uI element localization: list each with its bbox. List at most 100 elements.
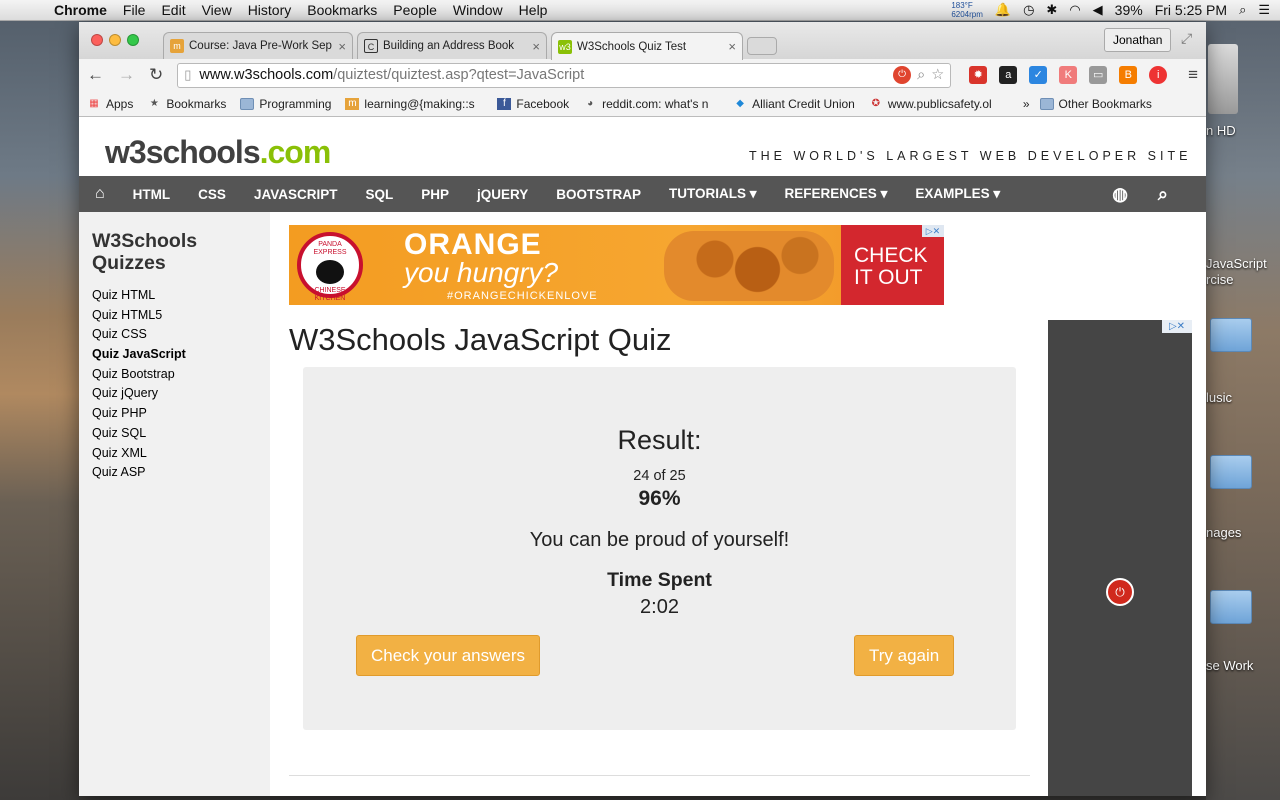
cast-icon[interactable]: ▭ bbox=[1089, 66, 1108, 84]
sidebar-link-quiz-css[interactable]: Quiz CSS bbox=[92, 325, 270, 345]
nav-references[interactable]: REFERENCES ▾ bbox=[771, 186, 902, 202]
menu-app-name[interactable]: Chrome bbox=[46, 2, 115, 18]
bookmark-alliant[interactable]: ◆ Alliant Credit Union bbox=[733, 97, 855, 111]
sidebar-link-quiz-javascript[interactable]: Quiz JavaScript bbox=[92, 345, 270, 365]
folder-icon[interactable] bbox=[1210, 318, 1252, 352]
adchoices-close-icon[interactable]: ▷✕ bbox=[1162, 320, 1192, 333]
sidebar-link-quiz-jquery[interactable]: Quiz jQuery bbox=[92, 384, 270, 404]
close-tab-icon[interactable]: × bbox=[728, 39, 736, 54]
adchoices-close-icon[interactable]: ▷✕ bbox=[922, 225, 944, 237]
bookmark-bookmarks[interactable]: ★ Bookmarks bbox=[147, 97, 227, 111]
nav-php[interactable]: PHP bbox=[407, 187, 463, 202]
home-icon[interactable]: ⌂ bbox=[79, 185, 119, 203]
bookmark-publicsafety[interactable]: ✪ www.publicsafety.ol bbox=[869, 97, 1007, 111]
back-arrow-icon[interactable]: ← bbox=[87, 65, 104, 85]
sidebar-link-quiz-xml[interactable]: Quiz XML bbox=[92, 444, 270, 464]
amazon-icon[interactable]: a bbox=[999, 66, 1018, 84]
search-icon[interactable]: ⌕ bbox=[917, 67, 925, 83]
battery-percent[interactable]: 39% bbox=[1115, 2, 1143, 18]
reload-icon[interactable]: ↻ bbox=[149, 65, 163, 85]
bookmark-star-icon[interactable]: ☆ bbox=[931, 67, 944, 83]
volume-icon[interactable]: ◀ bbox=[1093, 2, 1103, 18]
nav-examples[interactable]: EXAMPLES ▾ bbox=[901, 186, 1014, 202]
notification-bell-icon[interactable]: 🔔 bbox=[995, 2, 1011, 18]
browser-toolbar: ← → ↻ ▯ www.w3schools.com/quiztest/quizt… bbox=[79, 59, 1206, 91]
close-window-button[interactable] bbox=[91, 34, 103, 46]
tab-title: Building an Address Book bbox=[383, 40, 515, 52]
sidebar-title: W3Schools Quizzes bbox=[92, 230, 270, 274]
page-title: W3Schools JavaScript Quiz bbox=[289, 322, 672, 357]
bookmarks-overflow-button[interactable]: » bbox=[1023, 97, 1030, 111]
folder-icon[interactable] bbox=[1210, 590, 1252, 624]
wifi-icon[interactable]: ◠ bbox=[1069, 2, 1080, 18]
url-path: /quiztest/quiztest.asp?qtest=JavaScript bbox=[333, 67, 585, 83]
menu-people[interactable]: People bbox=[385, 2, 445, 18]
checkmark-extension-icon[interactable]: ✓ bbox=[1029, 66, 1048, 84]
menu-bookmarks[interactable]: Bookmarks bbox=[299, 2, 385, 18]
time-machine-icon[interactable]: ◷ bbox=[1023, 2, 1034, 18]
spotlight-search-icon[interactable]: ⌕ bbox=[1239, 2, 1246, 18]
sidebar-link-quiz-bootstrap[interactable]: Quiz Bootstrap bbox=[92, 365, 270, 385]
check-answers-button[interactable]: Check your answers bbox=[356, 635, 541, 676]
plug-extension-icon[interactable]: ⏻ bbox=[893, 66, 912, 84]
hard-drive-icon[interactable] bbox=[1208, 44, 1238, 114]
notification-center-icon[interactable]: ☰ bbox=[1258, 2, 1270, 18]
menu-file[interactable]: File bbox=[115, 2, 154, 18]
chrome-menu-icon[interactable]: ≡ bbox=[1188, 65, 1198, 85]
sidebar-link-quiz-html[interactable]: Quiz HTML bbox=[92, 286, 270, 306]
bookmark-learning[interactable]: m learning@{making::s bbox=[345, 97, 483, 111]
sidebar-link-quiz-asp[interactable]: Quiz ASP bbox=[92, 463, 270, 483]
nav-tutorials[interactable]: TUTORIALS ▾ bbox=[655, 186, 771, 202]
bluetooth-icon[interactable]: ✱ bbox=[1046, 2, 1057, 18]
mac-menubar: Chrome File Edit View History Bookmarks … bbox=[0, 0, 1280, 21]
tab-address-book[interactable]: C Building an Address Book × bbox=[357, 32, 547, 59]
plugin-blocked-icon[interactable]: ⏻ bbox=[1106, 578, 1134, 606]
search-icon[interactable]: ⌕ bbox=[1158, 184, 1168, 205]
info-extension-icon[interactable]: i bbox=[1149, 66, 1168, 84]
gear-extension-icon[interactable]: ✹ bbox=[969, 66, 988, 84]
nav-css[interactable]: CSS bbox=[184, 187, 240, 202]
bookmark-apps[interactable]: ▦ Apps bbox=[87, 97, 133, 111]
nav-javascript[interactable]: JAVASCRIPT bbox=[240, 187, 352, 202]
nav-sql[interactable]: SQL bbox=[351, 187, 407, 202]
forward-arrow-icon[interactable]: → bbox=[118, 65, 135, 85]
bookmark-programming[interactable]: Programming bbox=[240, 97, 331, 111]
k-extension-icon[interactable]: K bbox=[1059, 66, 1078, 84]
new-tab-button[interactable] bbox=[747, 37, 777, 55]
sidebar-link-quiz-php[interactable]: Quiz PHP bbox=[92, 404, 270, 424]
menu-history[interactable]: History bbox=[240, 2, 300, 18]
menu-view[interactable]: View bbox=[194, 2, 240, 18]
w3schools-logo[interactable]: w3schools.com bbox=[105, 134, 331, 171]
address-bar[interactable]: ▯ www.w3schools.com/quiztest/quiztest.as… bbox=[177, 62, 952, 88]
m-logo-icon: m bbox=[170, 39, 184, 53]
menu-edit[interactable]: Edit bbox=[153, 2, 193, 18]
close-tab-icon[interactable]: × bbox=[338, 39, 346, 54]
nav-html[interactable]: HTML bbox=[119, 187, 185, 202]
try-again-button[interactable]: Try again bbox=[854, 635, 955, 676]
right-side-ad[interactable]: ▷✕ ⏻ bbox=[1048, 320, 1192, 796]
close-tab-icon[interactable]: × bbox=[532, 39, 540, 54]
clock[interactable]: Fri 5:25 PM bbox=[1155, 2, 1227, 18]
nav-jquery[interactable]: jQUERY bbox=[463, 187, 542, 202]
sidebar-link-quiz-sql[interactable]: Quiz SQL bbox=[92, 424, 270, 444]
folder-icon[interactable] bbox=[1210, 455, 1252, 489]
bookmark-other[interactable]: Other Bookmarks bbox=[1039, 97, 1152, 111]
minimize-window-button[interactable] bbox=[109, 34, 121, 46]
fullscreen-icon[interactable]: ⤢ bbox=[1181, 30, 1192, 47]
nav-bootstrap[interactable]: BOOTSTRAP bbox=[542, 187, 655, 202]
temp-monitor[interactable]: 183°F 6204rpm bbox=[951, 1, 983, 19]
sidebar-link-quiz-html5[interactable]: Quiz HTML5 bbox=[92, 306, 270, 326]
zoom-window-button[interactable] bbox=[127, 34, 139, 46]
ad-cta[interactable]: CHECK IT OUT bbox=[841, 225, 944, 305]
profile-button[interactable]: Jonathan bbox=[1104, 28, 1172, 52]
tab-w3schools-quiz[interactable]: w3 W3Schools Quiz Test × bbox=[551, 32, 743, 60]
bookmark-facebook[interactable]: f Facebook bbox=[497, 97, 569, 111]
globe-icon[interactable]: ◍ bbox=[1112, 184, 1128, 205]
panda-express-banner-ad[interactable]: PANDA EXPRESS CHINESE KITCHEN ORANGE you… bbox=[289, 225, 944, 305]
desktop-label-work: se Work bbox=[1206, 658, 1254, 673]
menu-help[interactable]: Help bbox=[511, 2, 556, 18]
bookmark-reddit[interactable]: ◕ reddit.com: what's n bbox=[583, 97, 719, 111]
blogger-icon[interactable]: B bbox=[1119, 66, 1138, 84]
menu-window[interactable]: Window bbox=[445, 2, 511, 18]
tab-course-java[interactable]: m Course: Java Pre-Work Sep × bbox=[163, 32, 353, 59]
